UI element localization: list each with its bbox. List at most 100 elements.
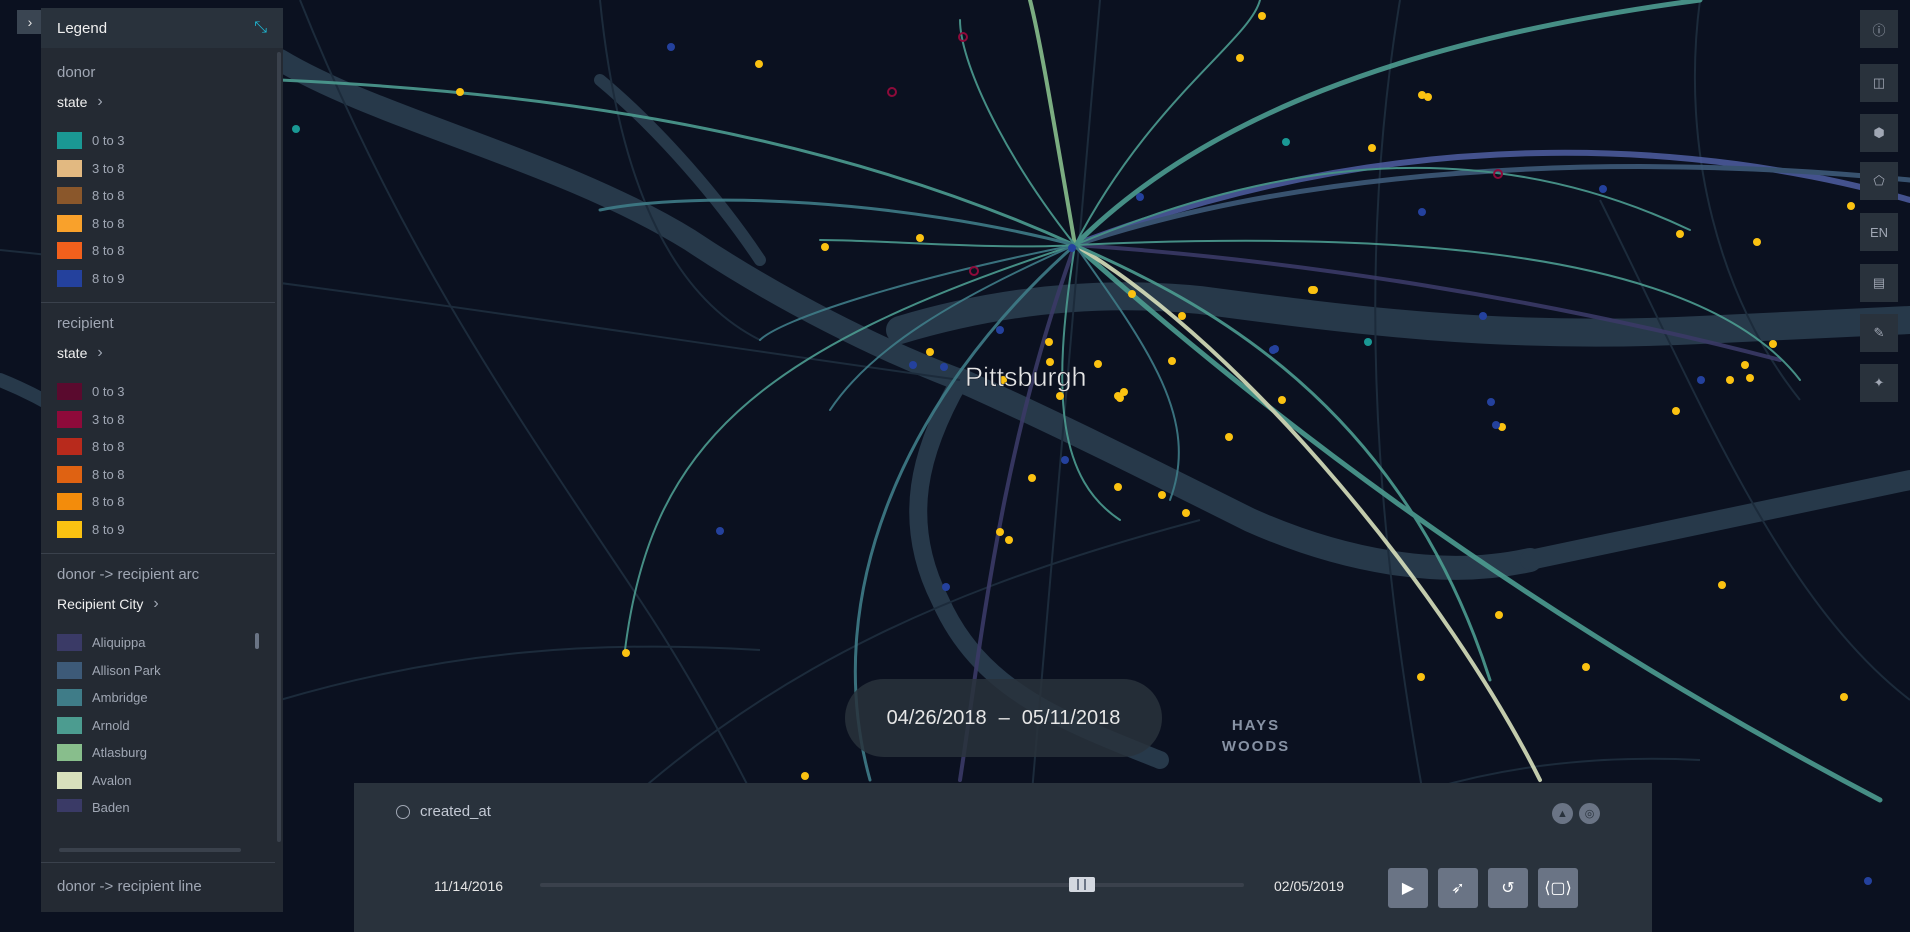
color-swatch <box>57 493 82 511</box>
legend-item: Allison Park <box>57 657 259 685</box>
color-swatch <box>57 410 82 428</box>
legend-item: 3 to 8 <box>57 406 259 434</box>
edit-button[interactable]: ✎ <box>1860 314 1898 352</box>
3d-view-button[interactable]: ⬢ <box>1860 114 1898 152</box>
speed-icon: ◎ <box>1584 808 1595 820</box>
legend-item-label: 8 to 9 <box>92 521 125 537</box>
legend-item-label: Avalon <box>92 772 132 788</box>
color-swatch <box>57 771 82 789</box>
reset-icon: ↺ <box>1501 880 1515 897</box>
chevron-up-icon: ▲ <box>1557 807 1568 820</box>
legend-item-label: Baden <box>92 800 130 812</box>
time-slider-track[interactable] <box>540 883 1244 887</box>
window-mode-button[interactable]: ⟨▢⟩ <box>1538 868 1578 908</box>
legend-item: 3 to 8 <box>57 155 259 183</box>
legend-button[interactable]: ▤ <box>1860 264 1898 302</box>
time-field-label: created_at <box>420 803 491 820</box>
legend-item-label: 8 to 8 <box>92 188 125 204</box>
split-map-button[interactable]: ◫ <box>1860 64 1898 102</box>
color-swatch <box>57 383 82 401</box>
legend-layer-arc: donor -> recipient arc Recipient City › … <box>41 554 275 822</box>
color-field-selector[interactable]: Recipient City › <box>57 595 259 613</box>
time-filter-panel: created_at ▲ ◎ 11/14/2016 02/05/2019 ▶ ➶… <box>354 783 1652 932</box>
legend-item-label: 8 to 8 <box>92 243 125 259</box>
play-button[interactable]: ▶ <box>1388 868 1428 908</box>
info-button[interactable]: ⓘ <box>1860 10 1898 48</box>
legend-item: Arnold <box>57 712 259 740</box>
legend-item: 8 to 9 <box>57 265 259 293</box>
arc-legend-list[interactable]: Aliquippa Allison Park Ambridge Arnold A… <box>57 629 259 812</box>
area-label-hays: HAYS <box>1232 717 1280 734</box>
play-icon: ▶ <box>1401 880 1415 897</box>
color-field-selector[interactable]: state › <box>57 344 259 362</box>
chevron-right-icon: › <box>27 14 33 30</box>
divider <box>41 862 275 863</box>
layer-name: recipient <box>57 315 114 332</box>
legend-item: 8 to 8 <box>57 461 259 489</box>
legend-item-label: 8 to 8 <box>92 215 125 231</box>
side-panel-toggle-button[interactable]: › <box>17 10 43 34</box>
legend-layer-line-name: donor -> recipient line <box>57 878 202 895</box>
range-separator: – <box>998 706 1010 729</box>
color-swatch <box>57 214 82 232</box>
legend-item-label: Atlasburg <box>92 745 147 761</box>
effects-icon: ✦ <box>1873 375 1885 390</box>
legend-item-label: 8 to 8 <box>92 439 125 455</box>
chevron-right-icon: › <box>97 344 103 361</box>
color-swatch <box>57 520 82 538</box>
color-swatch <box>57 187 82 205</box>
legend-item: Atlasburg <box>57 739 259 767</box>
legend-item: Aliquippa <box>57 629 259 657</box>
draw-polygon-icon: ⬠ <box>1873 173 1885 188</box>
legend-layer-recipient: recipient state › 0 to 3 3 to 8 8 to 8 8… <box>41 303 275 554</box>
collapse-legend-icon[interactable]: ⤡ <box>254 19 267 37</box>
field-label: state <box>57 94 88 110</box>
legend-vertical-scrollbar[interactable] <box>277 52 281 842</box>
legend-item-label: Ambridge <box>92 690 148 706</box>
color-swatch <box>57 242 82 260</box>
legend-item: 8 to 8 <box>57 182 259 210</box>
effects-button[interactable]: ✦ <box>1860 364 1898 402</box>
legend-item-label: 0 to 3 <box>92 384 125 400</box>
legend-item: Baden <box>57 794 259 812</box>
legend-icon: ▤ <box>1872 275 1886 290</box>
split-map-icon: ◫ <box>1872 75 1886 90</box>
time-field-selector[interactable]: created_at <box>396 803 491 820</box>
legend-item: 8 to 8 <box>57 237 259 265</box>
reset-button[interactable]: ↺ <box>1488 868 1528 908</box>
legend-title: Legend <box>57 19 108 37</box>
color-swatch <box>57 438 82 456</box>
legend-item-label: 8 to 9 <box>92 270 125 286</box>
legend-item: 8 to 9 <box>57 516 259 544</box>
edit-icon: ✎ <box>1873 325 1885 340</box>
legend-horizontal-scrollbar[interactable] <box>59 848 241 852</box>
field-label: Recipient City <box>57 596 144 612</box>
field-label: state <box>57 345 88 361</box>
time-slider-handle[interactable] <box>1069 877 1096 892</box>
speed-button[interactable]: ◎ <box>1579 803 1600 824</box>
legend-item-label: Arnold <box>92 717 130 733</box>
collapse-panel-button[interactable]: ▲ <box>1552 803 1573 824</box>
legend-item-label: 0 to 3 <box>92 133 125 149</box>
chevron-right-icon: › <box>153 595 159 612</box>
area-label-woods: WOODS <box>1222 738 1290 755</box>
speed-rocket-button[interactable]: ➶ <box>1438 868 1478 908</box>
locale-button[interactable]: EN <box>1860 213 1898 251</box>
legend-item-label: 3 to 8 <box>92 160 125 176</box>
legend-item: 8 to 8 <box>57 210 259 238</box>
legend-content[interactable]: donor state › 0 to 3 3 to 8 8 to 8 8 to … <box>41 52 275 912</box>
color-swatch <box>57 634 82 652</box>
range-start-date: 04/26/2018 <box>886 706 987 729</box>
scrollbar[interactable] <box>255 633 259 649</box>
color-swatch <box>57 132 82 150</box>
legend-item-label: Allison Park <box>92 662 161 678</box>
rocket-icon: ➶ <box>1451 880 1465 897</box>
draw-polygon-button[interactable]: ⬠ <box>1860 162 1898 200</box>
domain-end-date: 02/05/2019 <box>1274 878 1345 894</box>
locale-label: EN <box>1869 224 1889 240</box>
legend-item-label: Aliquippa <box>92 635 146 651</box>
legend-item: 8 to 8 <box>57 488 259 516</box>
color-field-selector[interactable]: state › <box>57 93 259 111</box>
legend-item-label: 8 to 8 <box>92 494 125 510</box>
legend-item: 0 to 3 <box>57 378 259 406</box>
